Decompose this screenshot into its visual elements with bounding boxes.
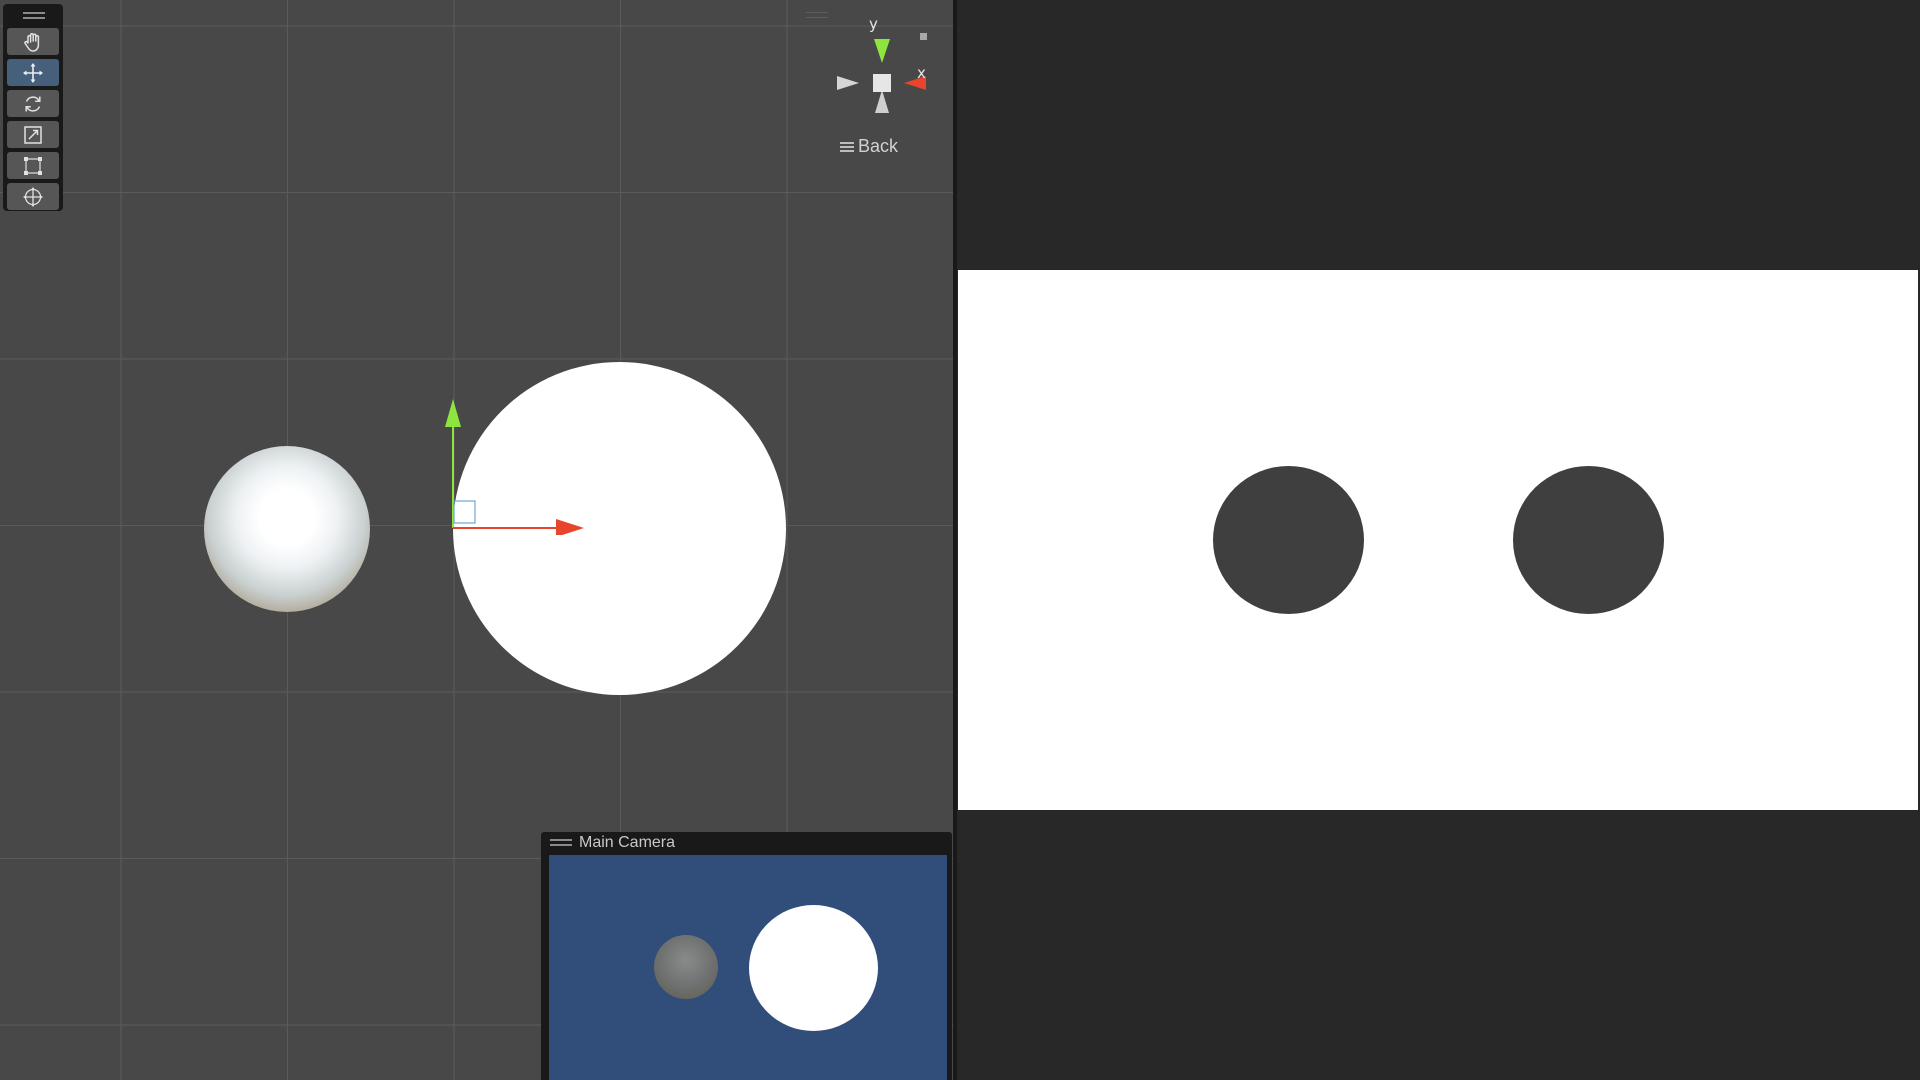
camera-preview-title: Main Camera (579, 834, 676, 851)
preview-lit-sphere (654, 935, 718, 999)
y-arrow-icon (445, 399, 461, 427)
gizmo-x-label: x (917, 64, 926, 82)
game-view[interactable] (957, 0, 1920, 1080)
camera-preview-render (549, 855, 947, 1080)
transform-icon (23, 186, 43, 207)
toolbar-grip-icon[interactable] (23, 12, 45, 19)
rotate-icon (25, 95, 41, 112)
preview-white-sphere (749, 905, 878, 1031)
rect-transform-icon (24, 156, 42, 175)
transform-tool-button[interactable] (7, 183, 59, 210)
hand-icon (24, 32, 40, 52)
orientation-gizmo[interactable]: y x (828, 15, 938, 120)
move-tool-button[interactable] (7, 59, 59, 86)
rotate-tool-button[interactable] (7, 90, 59, 117)
plane-handle (453, 500, 476, 524)
lit-sphere-object[interactable] (204, 446, 370, 612)
view-orientation-label[interactable]: Back (840, 136, 898, 157)
move-arrows-icon (23, 62, 43, 83)
hand-tool-button[interactable] (7, 28, 59, 55)
game-disc-left (1213, 466, 1364, 614)
gizmo-y-label: y (869, 15, 878, 33)
camera-preview-grip-icon[interactable] (550, 839, 572, 846)
menu-icon (840, 141, 854, 152)
camera-preview-window: Main Camera (541, 832, 952, 1080)
game-disc-right (1513, 466, 1664, 614)
scale-icon (24, 125, 42, 144)
tools-toolbar (3, 4, 63, 211)
view-orientation-text: Back (858, 136, 899, 156)
rect-tool-button[interactable] (7, 152, 59, 179)
scene-view[interactable]: y x Back Main Camera (0, 0, 953, 1080)
move-handle-gizmo[interactable] (440, 395, 590, 535)
scale-tool-button[interactable] (7, 121, 59, 148)
game-render-canvas (958, 270, 1918, 810)
x-arrow-icon (556, 519, 584, 535)
gizmo-drag-handle[interactable] (806, 12, 828, 18)
